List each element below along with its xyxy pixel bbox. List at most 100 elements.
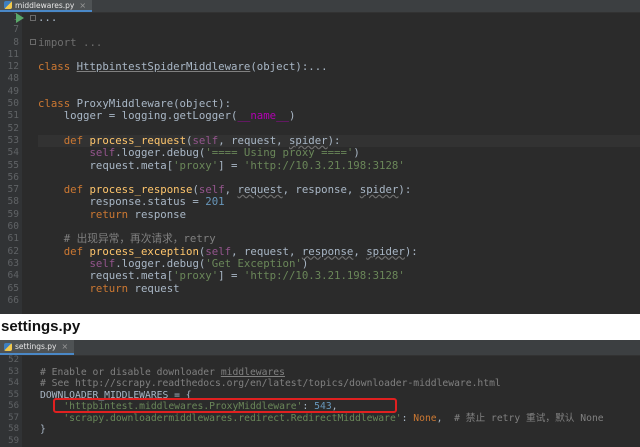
close-icon[interactable]: × xyxy=(79,1,86,10)
code-line[interactable]: class HttpbintestSpiderMiddleware(object… xyxy=(38,61,640,73)
code-token: def xyxy=(63,133,90,147)
line-number: 57 xyxy=(8,412,19,423)
line-number: 59 xyxy=(7,208,19,220)
code-token: None xyxy=(413,412,437,424)
code-line[interactable] xyxy=(38,73,640,85)
code-line[interactable]: import ... xyxy=(38,35,640,49)
line-number: 64 xyxy=(7,270,19,282)
code-token: # 禁止 retry 重试，默认 None xyxy=(454,412,604,424)
code-token: class xyxy=(38,60,77,74)
code-line[interactable]: return response xyxy=(38,207,640,221)
code-token: # See http://scrapy.readthedocs.org/en/l… xyxy=(40,378,501,389)
code-line[interactable] xyxy=(38,24,640,36)
code-line[interactable] xyxy=(38,295,640,307)
code-token: , request, xyxy=(231,244,302,258)
code-token: self xyxy=(192,133,219,147)
code-line[interactable] xyxy=(40,436,640,447)
code-token: ) xyxy=(288,109,296,123)
line-number: 60 xyxy=(7,221,19,233)
code-token: .logger.debug( xyxy=(115,146,206,160)
code-token: request.meta[ xyxy=(38,158,174,172)
code-token: self xyxy=(89,146,116,160)
code-line[interactable]: request.meta['proxy'] = 'http://10.3.21.… xyxy=(38,158,640,172)
code-token: request.meta[ xyxy=(38,269,174,283)
code-token: , xyxy=(436,412,455,424)
line-number: 61 xyxy=(7,233,19,245)
code-token: class xyxy=(38,97,77,111)
line-number: 12 xyxy=(7,61,19,73)
line-number-gutter: 52 53 54 55 56 57 58 59 xyxy=(0,355,22,447)
code-line[interactable]: # Enable or disable downloader middlewar… xyxy=(40,367,640,379)
code-token: ] = xyxy=(218,269,244,283)
code-token: ) xyxy=(301,256,309,270)
code-token: (object):... xyxy=(250,60,328,74)
code-token: import ... xyxy=(38,35,103,49)
code-area[interactable]: ... import ... class HttpbintestSpiderMidd… xyxy=(38,11,640,307)
code-token: , xyxy=(353,244,367,258)
line-number: 58 xyxy=(8,424,19,434)
close-icon[interactable]: × xyxy=(62,342,69,351)
code-token: self xyxy=(205,244,232,258)
line-number: 49 xyxy=(7,85,19,97)
line-number: 11 xyxy=(7,48,19,60)
code-line[interactable]: ... xyxy=(38,11,640,24)
line-number: 51 xyxy=(7,110,19,122)
line-number: 55 xyxy=(8,389,19,400)
line-number: 56 xyxy=(7,171,19,183)
code-token: response.status = xyxy=(38,195,206,209)
line-number: 48 xyxy=(7,73,19,85)
line-number: 56 xyxy=(8,401,19,411)
code-token: , xyxy=(224,183,238,197)
code-token: } xyxy=(40,424,46,435)
settings-editor: settings.py × 52 53 54 55 56 57 58 59 # Enable … xyxy=(0,340,640,447)
line-number: 52 xyxy=(8,355,19,365)
fold-marker-icon[interactable] xyxy=(30,39,36,45)
code-token: process_request xyxy=(89,133,187,147)
fold-marker-icon[interactable] xyxy=(30,15,36,21)
line-number: 65 xyxy=(7,282,19,294)
code-line[interactable]: return request xyxy=(38,281,640,295)
line-number: 57 xyxy=(7,184,19,196)
code-token: , response, xyxy=(282,183,360,197)
tab-label: settings.py xyxy=(15,342,57,351)
code-line[interactable]: } xyxy=(40,424,640,436)
code-token: return xyxy=(89,281,135,295)
code-token: # 出现异常，再次请求，retry xyxy=(63,232,216,246)
line-number: 59 xyxy=(8,435,19,446)
code-token: 'http://10.3.21.198:3128' xyxy=(243,158,405,172)
code-line[interactable] xyxy=(40,355,640,367)
code-line[interactable]: 'scrapy.downloadermiddlewares.redirect.R… xyxy=(40,413,640,425)
code-token: 'scrapy.downloadermiddlewares.redirect.R… xyxy=(63,412,402,424)
code-line[interactable]: # See http://scrapy.readthedocs.org/en/l… xyxy=(40,378,640,390)
code-token: 'proxy' xyxy=(173,158,219,172)
line-number: 50 xyxy=(7,98,19,110)
code-token: self xyxy=(89,256,116,270)
line-number: 52 xyxy=(7,122,19,134)
code-token: response xyxy=(301,244,354,258)
line-number: 66 xyxy=(7,294,19,306)
section-heading: settings.py xyxy=(0,314,640,340)
line-number: 53 xyxy=(8,366,19,377)
code-token: def xyxy=(63,183,90,197)
code-token: HttpbintestSpiderMiddleware xyxy=(76,60,251,74)
code-token: response xyxy=(134,207,187,221)
line-number: 8 xyxy=(13,36,19,48)
editor-tab-bar: settings.py × xyxy=(0,340,640,356)
run-icon[interactable] xyxy=(16,13,24,23)
code-token: spider xyxy=(366,244,405,258)
line-number: 7 xyxy=(13,24,19,36)
line-number: 54 xyxy=(8,378,19,388)
code-token: ): xyxy=(327,133,341,147)
code-token: request xyxy=(237,183,283,197)
tab-settings-py[interactable]: settings.py × xyxy=(0,340,75,355)
code-token: spider xyxy=(359,183,399,197)
line-number-gutter: 1 7 8 11 12 48 49 50 51 52 53 54 55 56 57 58 59 60 61 62 63 6… xyxy=(0,12,22,314)
code-token: return xyxy=(89,207,135,221)
code-line[interactable]: logger = logging.getLogger(__name__) xyxy=(38,110,640,122)
code-token: logger = logging.getLogger( xyxy=(38,109,238,123)
